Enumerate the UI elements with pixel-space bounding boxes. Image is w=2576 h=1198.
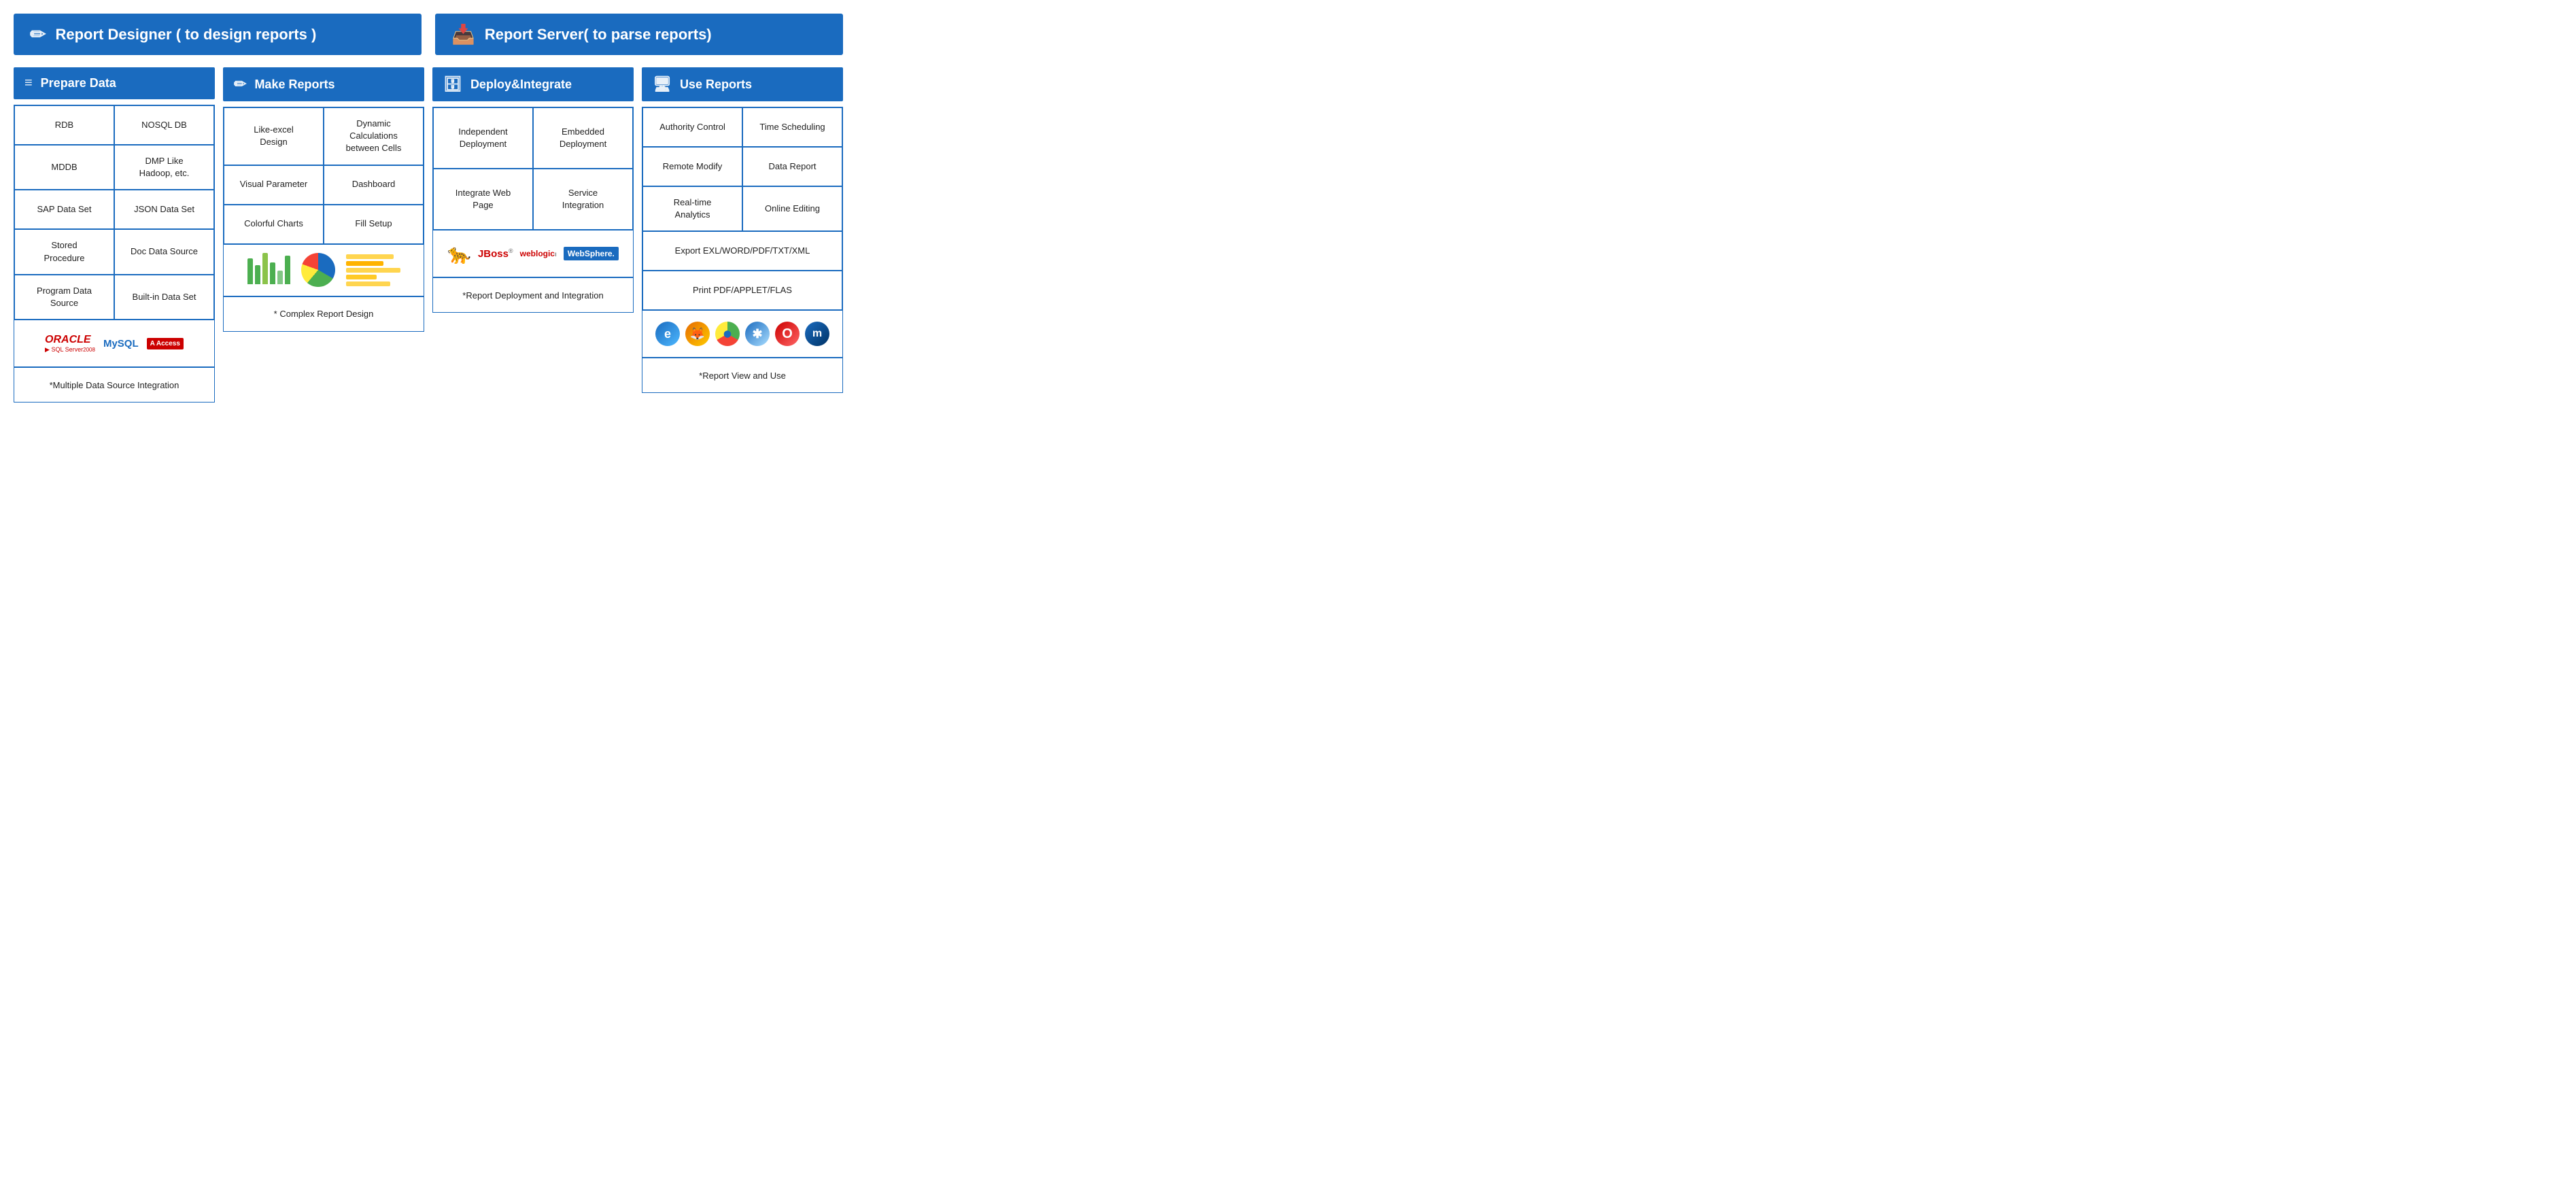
feature-rdb: RDB [14,105,114,145]
use-reports-title: Use Reports [680,78,752,92]
browser-logos: e 🦊 ⬤ ✱ O m [642,310,843,358]
use-reports-column: 🖥 Use Reports Authority Control Time Sch… [642,67,843,403]
feature-service-integration: ServiceIntegration [533,169,633,230]
feature-fill-setup: Fill Setup [324,205,424,244]
hbar-chart-preview [343,252,403,289]
prepare-data-title: Prepare Data [41,76,116,90]
use-reports-grid: Authority Control Time Scheduling Remote… [642,107,843,310]
pencil-icon: ✏ [30,23,46,46]
list-icon: ≡ [24,75,33,91]
feature-authority: Authority Control [642,107,742,147]
ie-icon: e [655,322,680,346]
use-reports-header: 🖥 Use Reports [642,67,843,101]
feature-embedded: EmbeddedDeployment [533,107,633,169]
feature-like-excel: Like-excelDesign [224,107,324,165]
pie-chart-preview [301,253,335,287]
server-banner: 📥 Report Server( to parse reports) [435,14,843,55]
make-reports-header: ✏ Make Reports [223,67,424,101]
access-logo: A Access [147,338,184,349]
server-icon: 📥 [451,23,475,46]
main-content: ≡ Prepare Data RDB NOSQL DB MDDB DMP Lik… [14,67,843,403]
browser-icons-group: e 🦊 ⬤ ✱ O m [655,322,829,346]
make-reports-column: ✏ Make Reports Like-excelDesign DynamicC… [223,67,424,403]
designer-banner: ✏ Report Designer ( to design reports ) [14,14,422,55]
jboss-logo: JBoss® [478,247,513,260]
make-reports-grid: Like-excelDesign DynamicCalculationsbetw… [223,107,424,244]
feature-colorful-charts: Colorful Charts [224,205,324,244]
feature-online-editing: Online Editing [742,186,842,231]
feature-integrate-web: Integrate WebPage [433,169,533,230]
feature-sap: SAP Data Set [14,190,114,229]
prepare-data-column: ≡ Prepare Data RDB NOSQL DB MDDB DMP Lik… [14,67,215,403]
deploy-title: Deploy&Integrate [470,78,572,92]
prepare-data-header: ≡ Prepare Data [14,67,215,99]
weblogic-logo: weblogicı [520,249,557,258]
feature-nosql: NOSQL DB [114,105,214,145]
use-reports-bottom: *Report View and Use [642,358,843,393]
prepare-data-bottom: *Multiple Data Source Integration [14,367,215,403]
feature-visual-param: Visual Parameter [224,165,324,205]
feature-json: JSON Data Set [114,190,214,229]
deploy-header: 🗄 Deploy&Integrate [432,67,634,101]
chrome-icon: ⬤ [715,322,740,346]
maxthon-icon: m [805,322,829,346]
feature-builtin: Built-in Data Set [114,275,214,320]
feature-print: Print PDF/APPLET/FLAS [642,271,842,310]
feature-time-scheduling: Time Scheduling [742,107,842,147]
feature-independent: IndependentDeployment [433,107,533,169]
firefox-icon: 🦊 [685,322,710,346]
deploy-column: 🗄 Deploy&Integrate IndependentDeployment… [432,67,634,403]
feature-data-report: Data Report [742,147,842,186]
database-icon: 🗄 [443,75,462,93]
server-banner-label: Report Server( to parse reports) [485,26,712,44]
prepare-data-grid: RDB NOSQL DB MDDB DMP LikeHadoop, etc. S… [14,105,215,320]
feature-dashboard: Dashboard [324,165,424,205]
leopard-icon: 🐆 [447,243,471,265]
deploy-logos: 🐆 JBoss® weblogicı WebSphere. [432,230,634,277]
prepare-data-logos: ORACLE ▶ SQL Server2008 MySQL A Access [14,320,215,367]
bar-chart-preview [245,253,293,287]
feature-export: Export EXL/WORD/PDF/TXT/XML [642,231,842,271]
monitor-icon: 🖥 [653,75,672,93]
oracle-logo: ORACLE ▶ SQL Server2008 [45,334,95,354]
feature-stored-proc: StoredProcedure [14,229,114,274]
make-reports-title: Make Reports [254,78,334,92]
designer-banner-label: Report Designer ( to design reports ) [55,26,316,44]
feature-program-source: Program DataSource [14,275,114,320]
feature-mddb: MDDB [14,145,114,190]
deploy-grid: IndependentDeployment EmbeddedDeployment… [432,107,634,230]
chart-preview-row [223,244,424,296]
edit-icon: ✏ [234,75,246,93]
top-banners: ✏ Report Designer ( to design reports ) … [14,14,843,55]
feature-dynamic-calc: DynamicCalculationsbetween Cells [324,107,424,165]
websphere-logo: WebSphere. [564,247,619,260]
feature-dmp: DMP LikeHadoop, etc. [114,145,214,190]
opera-icon: O [775,322,800,346]
feature-remote-modify: Remote Modify [642,147,742,186]
feature-realtime: Real-timeAnalytics [642,186,742,231]
safari-icon: ✱ [745,322,770,346]
make-reports-bottom: * Complex Report Design [223,296,424,332]
feature-doc-source: Doc Data Source [114,229,214,274]
deploy-bottom: *Report Deployment and Integration [432,277,634,313]
mysql-logo: MySQL [103,338,139,349]
